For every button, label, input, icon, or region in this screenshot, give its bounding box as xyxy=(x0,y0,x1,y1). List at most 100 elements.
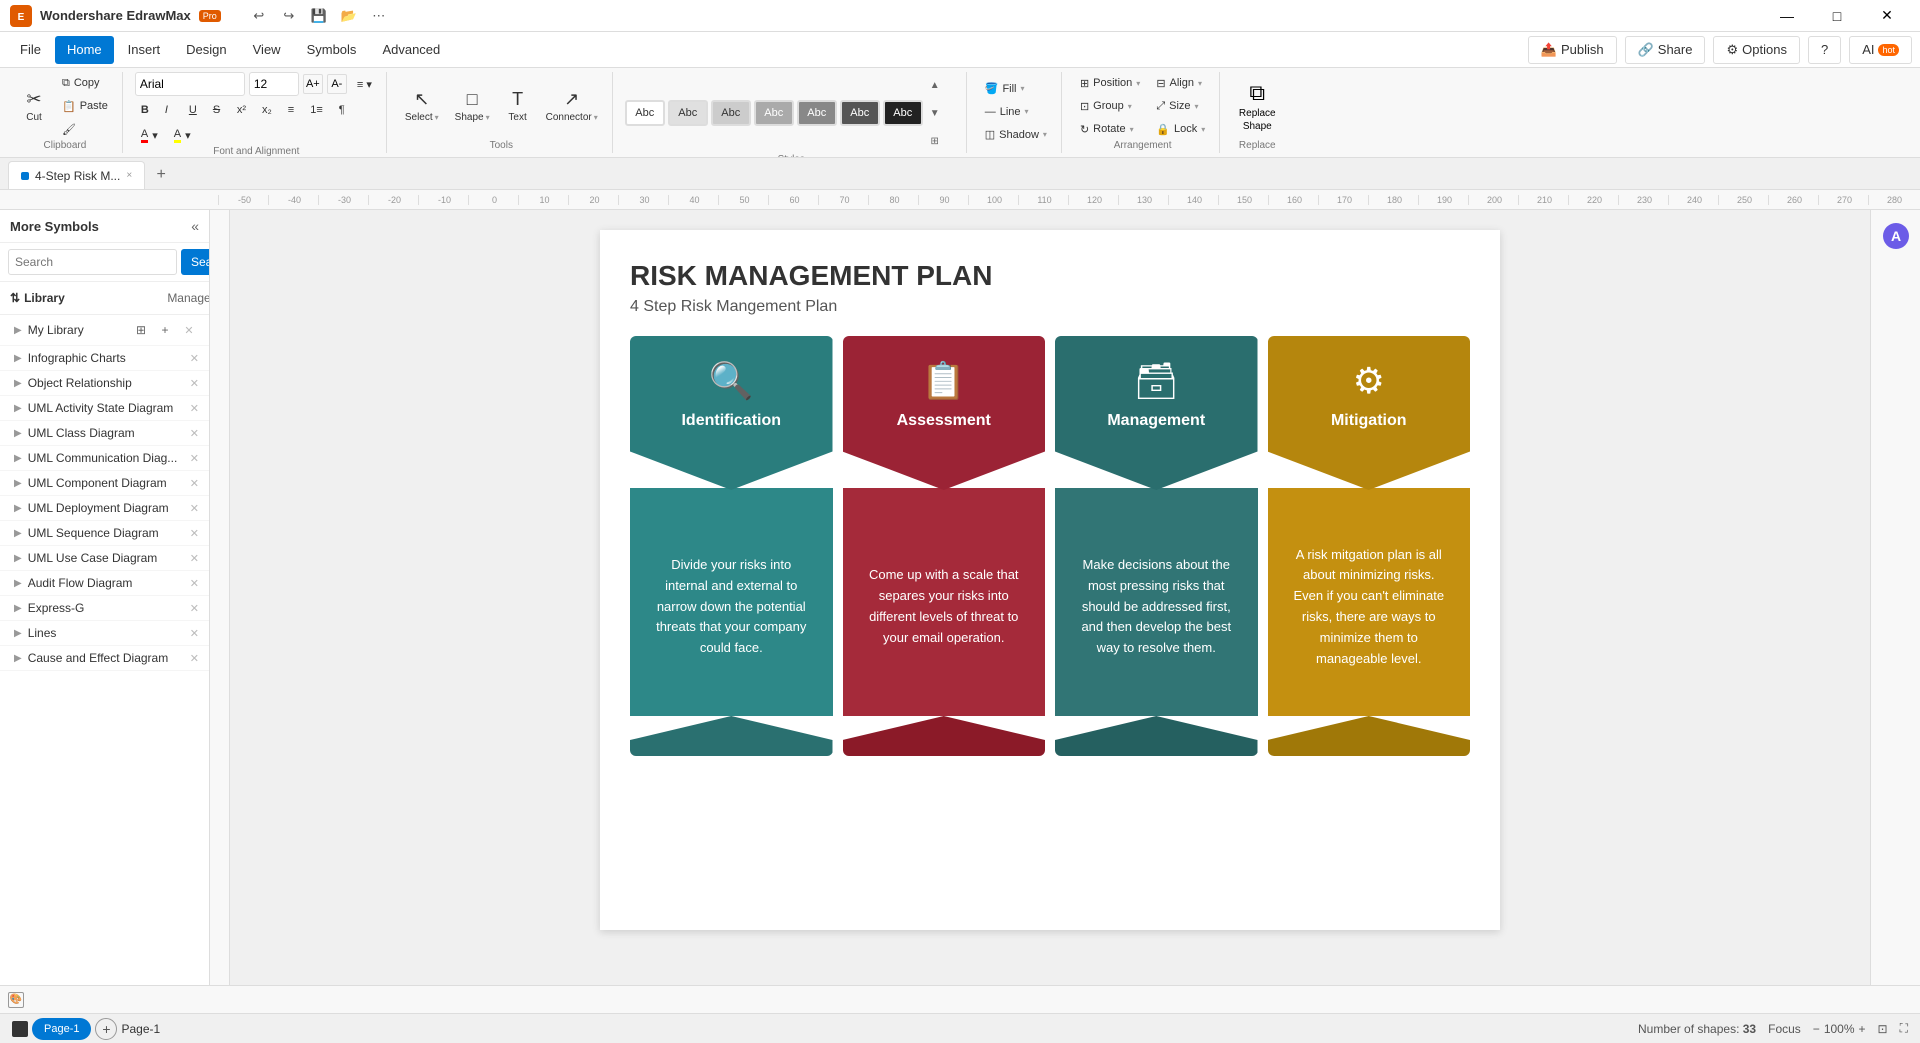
line-button[interactable]: — Line ▾ xyxy=(979,101,1053,123)
font-size-decrease-button[interactable]: A- xyxy=(327,74,347,94)
fit-page-button[interactable]: ⊡ xyxy=(1878,1022,1888,1036)
sidebar-collapse-button[interactable]: « xyxy=(191,218,199,234)
remove-item-button[interactable]: ✕ xyxy=(190,502,199,515)
sidebar-item-2[interactable]: ▶ UML Activity State Diagram ✕ xyxy=(0,396,209,421)
numbered-list-button[interactable]: 1≡ xyxy=(304,99,329,121)
canvas[interactable]: RISK MANAGEMENT PLAN 4 Step Risk Mangeme… xyxy=(600,230,1500,930)
sidebar-item-1[interactable]: ▶ Object Relationship ✕ xyxy=(0,371,209,396)
text-button[interactable]: T Text xyxy=(500,76,536,136)
sidebar-item-11[interactable]: ▶ Lines ✕ xyxy=(0,621,209,646)
sidebar-item-4[interactable]: ▶ UML Communication Diag... ✕ xyxy=(0,446,209,471)
sidebar-item-5[interactable]: ▶ UML Component Diagram ✕ xyxy=(0,471,209,496)
bold-button[interactable]: B xyxy=(135,99,155,121)
undo-button[interactable]: ↩ xyxy=(245,2,273,30)
import-button[interactable]: ⊞ xyxy=(131,320,151,340)
publish-button[interactable]: 📤 Publish xyxy=(1528,36,1617,64)
select-button[interactable]: ↖ Select ▾ xyxy=(399,76,445,136)
cut-button[interactable]: ✂ Cut xyxy=(16,76,52,136)
menu-home[interactable]: Home xyxy=(55,36,114,64)
remove-item-button[interactable]: ✕ xyxy=(190,427,199,440)
sidebar-item-7[interactable]: ▶ UML Sequence Diagram ✕ xyxy=(0,521,209,546)
italic-button[interactable]: I xyxy=(159,99,179,121)
tab-add-button[interactable]: + xyxy=(147,161,175,189)
group-button[interactable]: ⊡ Group ▾ xyxy=(1074,95,1146,117)
search-input[interactable] xyxy=(8,249,177,275)
text-align-button[interactable]: ≡ ▾ xyxy=(351,73,378,95)
maximize-button[interactable]: □ xyxy=(1814,2,1860,30)
remove-item-button[interactable]: ✕ xyxy=(190,527,199,540)
styles-scroll-up[interactable]: ▲ xyxy=(927,72,943,98)
sidebar-item-12[interactable]: ▶ Cause and Effect Diagram ✕ xyxy=(0,646,209,671)
search-button[interactable]: Search xyxy=(181,249,210,275)
menu-file[interactable]: File xyxy=(8,36,53,64)
subscript-button[interactable]: x₂ xyxy=(256,99,278,121)
style-box-1[interactable]: Abc xyxy=(625,100,665,126)
minimize-button[interactable]: — xyxy=(1764,2,1810,30)
fill-button[interactable]: 🪣 Fill ▾ xyxy=(979,78,1053,100)
remove-item-button[interactable]: ✕ xyxy=(190,652,199,665)
lock-button[interactable]: 🔒 Lock ▾ xyxy=(1150,118,1211,140)
remove-item-button[interactable]: ✕ xyxy=(190,402,199,415)
font-size-input[interactable] xyxy=(249,72,299,96)
font-size-increase-button[interactable]: A+ xyxy=(303,74,323,94)
ai-button[interactable]: AI hot xyxy=(1849,36,1912,64)
connector-button[interactable]: ↗ Connector ▾ xyxy=(540,76,604,136)
font-family-input[interactable] xyxy=(135,72,245,96)
close-my-library-button[interactable]: ✕ xyxy=(179,320,199,340)
fullscreen-button[interactable]: ⛶ xyxy=(1900,1021,1908,1036)
sidebar-item-3[interactable]: ▶ UML Class Diagram ✕ xyxy=(0,421,209,446)
sidebar-item-9[interactable]: ▶ Audit Flow Diagram ✕ xyxy=(0,571,209,596)
font-color-button[interactable]: A ▾ xyxy=(135,124,164,146)
zoom-out-button[interactable]: − xyxy=(1813,1022,1820,1036)
remove-item-button[interactable]: ✕ xyxy=(190,577,199,590)
remove-item-button[interactable]: ✕ xyxy=(190,602,199,615)
highlight-button[interactable]: A ▾ xyxy=(168,124,197,146)
styles-expand[interactable]: ⊞ xyxy=(927,128,943,154)
shape-button[interactable]: □ Shape ▾ xyxy=(449,76,496,136)
close-button[interactable]: ✕ xyxy=(1864,2,1910,30)
sidebar-item-0[interactable]: ▶ Infographic Charts ✕ xyxy=(0,346,209,371)
menu-view[interactable]: View xyxy=(241,36,293,64)
menu-design[interactable]: Design xyxy=(174,36,238,64)
styles-scroll-down[interactable]: ▼ xyxy=(927,100,943,126)
add-page-button[interactable]: + xyxy=(95,1018,117,1040)
format-painter-button[interactable]: 🖌 xyxy=(56,118,114,140)
redo-button[interactable]: ↪ xyxy=(275,2,303,30)
manage-button[interactable]: Manage xyxy=(179,288,199,308)
align-button[interactable]: ⊟ Align ▾ xyxy=(1150,72,1211,94)
more-button[interactable]: ⋯ xyxy=(365,2,393,30)
style-box-4[interactable]: Abc xyxy=(754,100,794,126)
remove-item-button[interactable]: ✕ xyxy=(190,477,199,490)
replace-shape-button[interactable]: ⧉ Replace Shape xyxy=(1232,76,1282,136)
style-box-3[interactable]: Abc xyxy=(711,100,751,126)
add-library-button[interactable]: + xyxy=(155,320,175,340)
share-button[interactable]: 🔗 Share xyxy=(1625,36,1706,64)
tab-close-button[interactable]: × xyxy=(126,170,132,181)
ai-assistant-button[interactable]: A xyxy=(1878,218,1914,254)
strikethrough-button[interactable]: S xyxy=(207,99,227,121)
remove-item-button[interactable]: ✕ xyxy=(190,452,199,465)
menu-advanced[interactable]: Advanced xyxy=(370,36,452,64)
underline-button[interactable]: U xyxy=(183,99,203,121)
save-button[interactable]: 💾 xyxy=(305,2,333,30)
tab-4-step-risk[interactable]: 4-Step Risk M... × xyxy=(8,161,145,189)
menu-symbols[interactable]: Symbols xyxy=(295,36,369,64)
bullet-list-button[interactable]: ≡ xyxy=(282,99,300,121)
shadow-button[interactable]: ◫ Shadow ▾ xyxy=(979,124,1053,146)
help-button[interactable]: ? xyxy=(1808,36,1841,64)
menu-insert[interactable]: Insert xyxy=(116,36,173,64)
style-box-2[interactable]: Abc xyxy=(668,100,708,126)
canvas-scroll[interactable]: RISK MANAGEMENT PLAN 4 Step Risk Mangeme… xyxy=(230,210,1870,985)
size-button[interactable]: ⤢ Size ▾ xyxy=(1150,95,1211,117)
rotate-button[interactable]: ↻ Rotate ▾ xyxy=(1074,118,1146,140)
open-button[interactable]: 📂 xyxy=(335,2,363,30)
options-button[interactable]: ⚙ Options xyxy=(1713,36,1799,64)
page-1-tab[interactable]: Page-1 xyxy=(32,1018,91,1040)
style-box-5[interactable]: Abc xyxy=(797,100,837,126)
color-picker-button[interactable]: 🎨 xyxy=(8,992,24,1008)
sidebar-item-10[interactable]: ▶ Express-G ✕ xyxy=(0,596,209,621)
copy-button[interactable]: ⧉ Copy xyxy=(56,72,114,94)
remove-item-button[interactable]: ✕ xyxy=(190,377,199,390)
position-button[interactable]: ⊞ Position ▾ xyxy=(1074,72,1146,94)
remove-item-button[interactable]: ✕ xyxy=(190,627,199,640)
